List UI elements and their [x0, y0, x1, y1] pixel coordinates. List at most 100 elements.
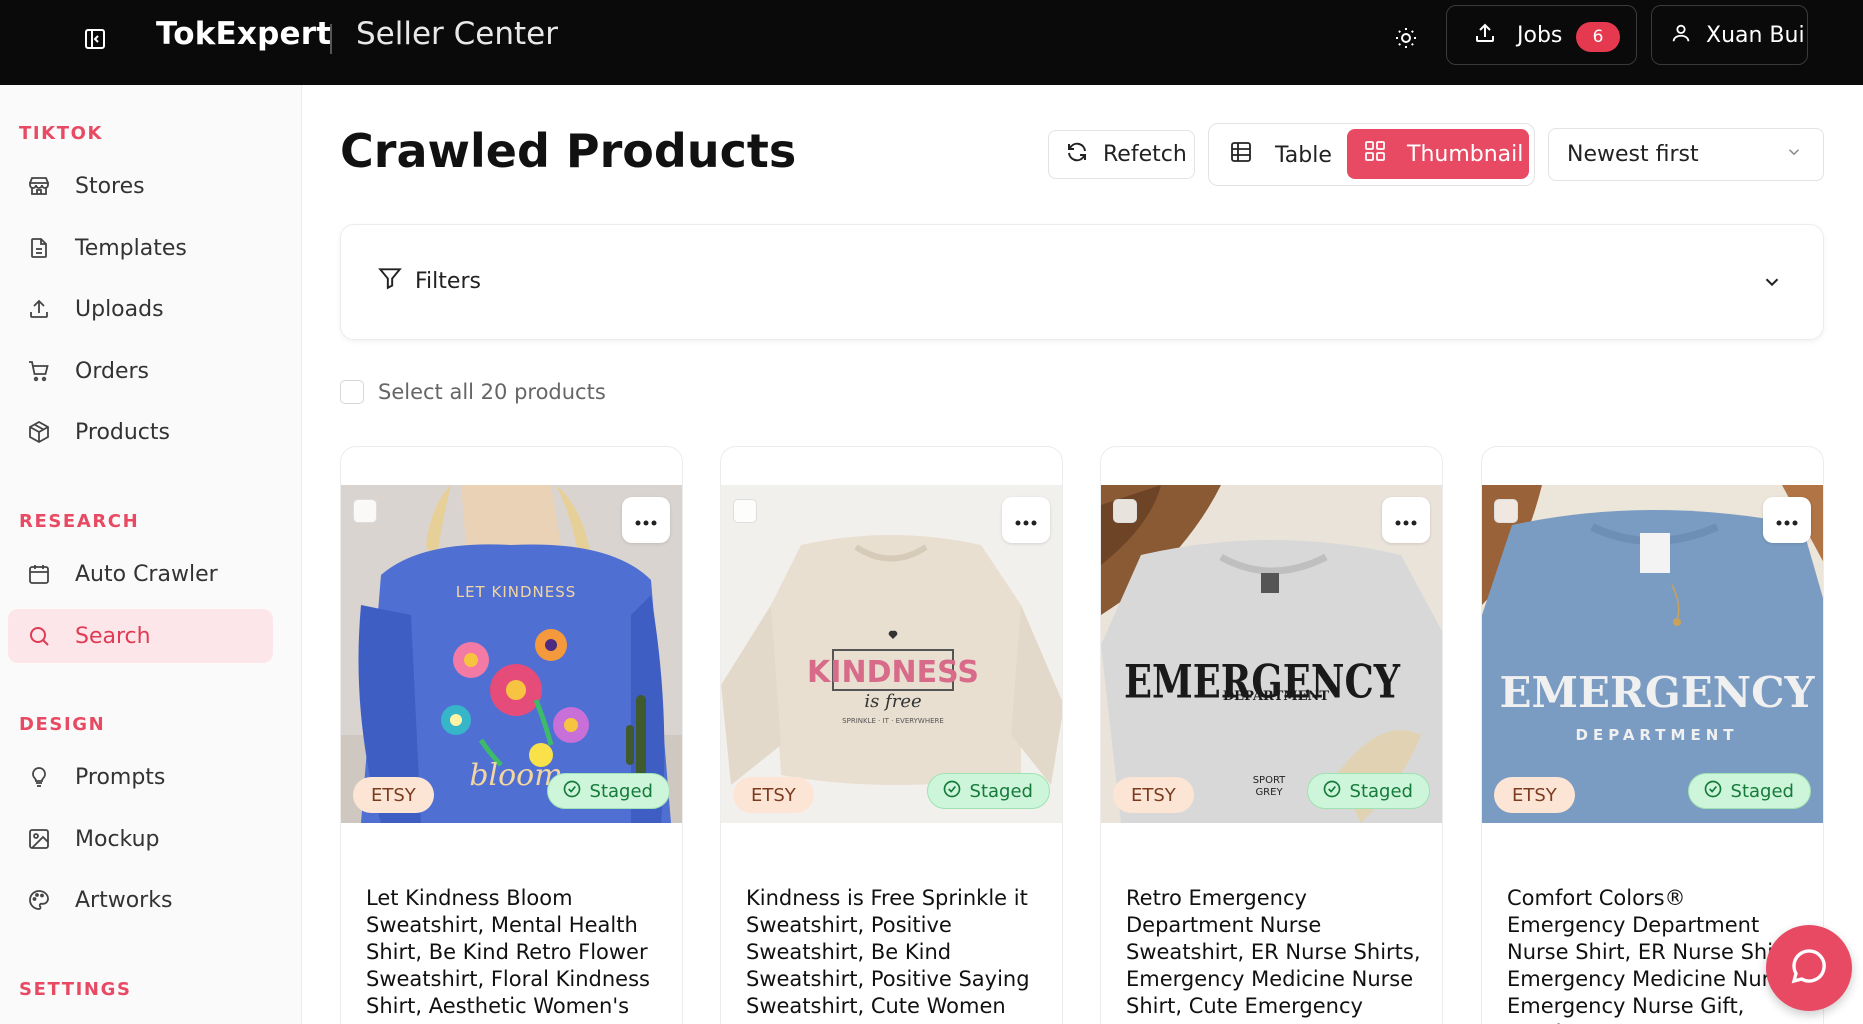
sort-select[interactable]: Newest first — [1548, 128, 1824, 181]
sidebar-item-prompts[interactable]: Prompts — [8, 750, 273, 804]
source-badge: ETSY — [733, 777, 814, 813]
status-badge: Staged — [1306, 773, 1430, 809]
product-select-checkbox[interactable] — [353, 499, 377, 523]
store-icon — [25, 172, 53, 200]
svg-text:EMERGENCY: EMERGENCY — [1499, 668, 1815, 717]
select-all-row: Select all 20 products — [340, 380, 606, 404]
more-options-button[interactable] — [1382, 497, 1430, 543]
product-card[interactable]: EMERGENCY DEPARTMENT ETSY Staged Comfort… — [1481, 446, 1824, 1024]
source-badge: ETSY — [1494, 777, 1575, 813]
upload-icon — [1473, 21, 1497, 49]
refetch-button[interactable]: Refetch — [1048, 130, 1195, 179]
user-name: Xuan Bui — [1706, 22, 1805, 48]
palette-icon — [25, 886, 53, 914]
filters-label: Filters — [415, 268, 481, 294]
product-title[interactable]: Kindness is Free Sprinkle it Sweatshirt,… — [746, 885, 1046, 1020]
sidebar-item-label: Orders — [75, 358, 149, 384]
status-label: Staged — [1730, 780, 1794, 802]
section-label-design: DESIGN — [19, 714, 106, 735]
sidebar-item-label: Uploads — [75, 296, 164, 322]
sidebar-item-auto-crawler[interactable]: Auto Crawler — [8, 547, 273, 601]
product-title[interactable]: Comfort Colors® Emergency Department Nur… — [1507, 885, 1807, 1024]
product-card[interactable]: EMERGENCY DEPARTMENT SPORT GREY ETSY Sta… — [1100, 446, 1443, 1024]
sidebar-item-artworks[interactable]: Artworks — [8, 873, 273, 927]
chevron-down-icon[interactable] — [1761, 271, 1783, 297]
check-circle-icon — [1322, 779, 1342, 804]
status-badge: Staged — [926, 773, 1050, 809]
brand-name[interactable]: TokExpert — [156, 16, 331, 52]
select-all-label: Select all 20 products — [378, 380, 606, 404]
check-circle-icon — [942, 779, 962, 804]
product-select-checkbox[interactable] — [1113, 499, 1137, 523]
svg-text:SPRINKLE · IT · EVERYWHERE: SPRINKLE · IT · EVERYWHERE — [842, 717, 944, 725]
status-label: Staged — [969, 780, 1033, 802]
svg-text:KINDNESS: KINDNESS — [807, 655, 979, 690]
sort-value: Newest first — [1567, 142, 1699, 167]
check-circle-icon — [562, 779, 582, 804]
chat-bubble-icon — [1789, 946, 1829, 990]
product-card[interactable]: LET KINDNESS bloom ETSY Staged Let Kindn… — [340, 446, 683, 1024]
more-options-button[interactable] — [1002, 497, 1050, 543]
sidebar-toggle-icon[interactable] — [78, 22, 112, 56]
ellipsis-icon — [1395, 511, 1417, 530]
theme-toggle-sun-icon[interactable] — [1388, 20, 1424, 56]
sidebar: TIKTOK Stores Templates Uploads Orders P… — [0, 85, 302, 1024]
check-circle-icon — [1703, 779, 1723, 804]
section-label-tiktok: TIKTOK — [19, 123, 104, 144]
select-all-checkbox[interactable] — [340, 380, 364, 404]
sidebar-item-uploads[interactable]: Uploads — [8, 282, 273, 336]
product-select-checkbox[interactable] — [1494, 499, 1518, 523]
grid-icon — [1363, 139, 1387, 169]
ellipsis-icon — [1015, 511, 1037, 530]
more-options-button[interactable] — [1763, 497, 1811, 543]
product-select-checkbox[interactable] — [733, 499, 757, 523]
ellipsis-icon — [1776, 511, 1798, 530]
source-badge: ETSY — [1113, 777, 1194, 813]
sidebar-item-label: Products — [75, 419, 170, 445]
filters-header[interactable]: Filters — [377, 265, 481, 297]
table-icon — [1229, 140, 1253, 170]
status-label: Staged — [589, 780, 653, 802]
svg-text:is free: is free — [864, 691, 921, 712]
view-thumbnail-option[interactable]: Thumbnail — [1347, 129, 1529, 179]
product-title[interactable]: Let Kindness Bloom Sweatshirt, Mental He… — [366, 885, 666, 1020]
user-icon — [1670, 22, 1692, 48]
sidebar-item-stores[interactable]: Stores — [8, 159, 273, 213]
source-badge: ETSY — [353, 777, 434, 813]
sidebar-item-label: Mockup — [75, 826, 160, 852]
status-label: Staged — [1349, 780, 1413, 802]
file-text-icon — [25, 234, 53, 262]
sidebar-item-mockup[interactable]: Mockup — [8, 812, 273, 866]
product-card[interactable]: KINDNESS is free SPRINKLE · IT · EVERYWH… — [720, 446, 1063, 1024]
status-badge: Staged — [546, 773, 670, 809]
filter-icon — [377, 265, 403, 297]
sidebar-item-label: Artworks — [75, 887, 173, 913]
top-bar: TokExpert Seller Center Jobs 6 Xuan Bui — [0, 0, 1863, 85]
sidebar-item-search[interactable]: Search — [8, 609, 273, 663]
jobs-button[interactable]: Jobs 6 — [1446, 5, 1637, 65]
sidebar-item-label: Stores — [75, 173, 145, 199]
brand-divider — [330, 24, 332, 54]
user-menu-button[interactable]: Xuan Bui — [1651, 5, 1808, 65]
filters-panel[interactable]: Filters — [340, 224, 1824, 340]
more-options-button[interactable] — [622, 497, 670, 543]
sidebar-item-products[interactable]: Products — [8, 405, 273, 459]
sidebar-item-label: Search — [75, 623, 151, 649]
view-table-option[interactable]: Table — [1229, 136, 1332, 174]
sidebar-item-templates[interactable]: Templates — [8, 221, 273, 275]
image-icon — [25, 825, 53, 853]
sidebar-item-label: Prompts — [75, 764, 166, 790]
svg-text:GREY: GREY — [1255, 787, 1283, 798]
sidebar-item-label: Auto Crawler — [75, 561, 218, 587]
upload-icon — [25, 295, 53, 323]
svg-text:DEPARTMENT: DEPARTMENT — [1576, 726, 1739, 744]
cart-icon — [25, 357, 53, 385]
search-icon — [25, 622, 53, 650]
chat-button[interactable] — [1766, 925, 1852, 1011]
refetch-label: Refetch — [1103, 142, 1187, 167]
jobs-count-badge: 6 — [1576, 22, 1620, 52]
svg-text:SPORT: SPORT — [1253, 775, 1286, 786]
sidebar-item-orders[interactable]: Orders — [8, 344, 273, 398]
product-title[interactable]: Retro Emergency Department Nurse Sweatsh… — [1126, 885, 1426, 1024]
status-badge: Staged — [1687, 773, 1811, 809]
